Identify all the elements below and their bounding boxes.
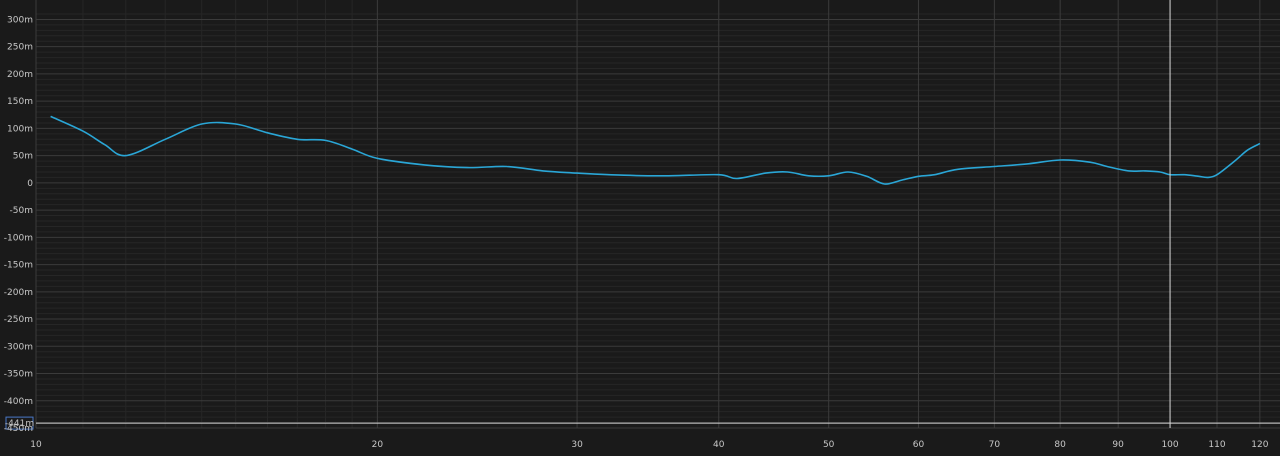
y-tick-label: -400m xyxy=(4,397,33,407)
x-tick-label: 60 xyxy=(913,440,925,450)
x-tick-label: 50 xyxy=(823,440,835,450)
x-tick-label: 70 xyxy=(989,440,1001,450)
y-tick-label: -150m xyxy=(4,261,33,271)
y-tick-label: 50m xyxy=(13,152,33,162)
x-tick-label: 80 xyxy=(1054,440,1066,450)
y-tick-label: 300m xyxy=(7,15,33,25)
y-tick-label: 100m xyxy=(7,124,33,134)
x-tick-label: 20 xyxy=(372,440,384,450)
x-tick-label: 120 xyxy=(1251,440,1268,450)
chart-area[interactable]: -441m 300m 250m 200m 150m 100m 50m 0 -50m -100m -… xyxy=(0,0,1280,452)
y-tick-label: 150m xyxy=(7,97,33,107)
y-tick-label: -200m xyxy=(4,288,33,298)
y-tick-label: -300m xyxy=(4,342,33,352)
y-tick-label: -100m xyxy=(4,233,33,243)
x-tick-label: 30 xyxy=(571,440,583,450)
y-tick-label: -250m xyxy=(4,315,33,325)
y-tick-label: 0 xyxy=(27,179,33,189)
x-tick-label: 100 xyxy=(1161,440,1178,450)
x-tick-label: 90 xyxy=(1112,440,1124,450)
x-tick-label: 110 xyxy=(1208,440,1225,450)
y-tick-label: -450m xyxy=(4,424,33,434)
y-tick-label: 250m xyxy=(7,43,33,53)
x-tick-label: 40 xyxy=(713,440,725,450)
y-tick-label: 200m xyxy=(7,70,33,80)
x-tick-label: 10 xyxy=(30,440,42,450)
y-tick-label: -350m xyxy=(4,370,33,380)
chart-svg: -441m 300m250m200m150m100m50m0-50m-100m-… xyxy=(0,0,1280,452)
y-tick-label: -50m xyxy=(10,206,33,216)
